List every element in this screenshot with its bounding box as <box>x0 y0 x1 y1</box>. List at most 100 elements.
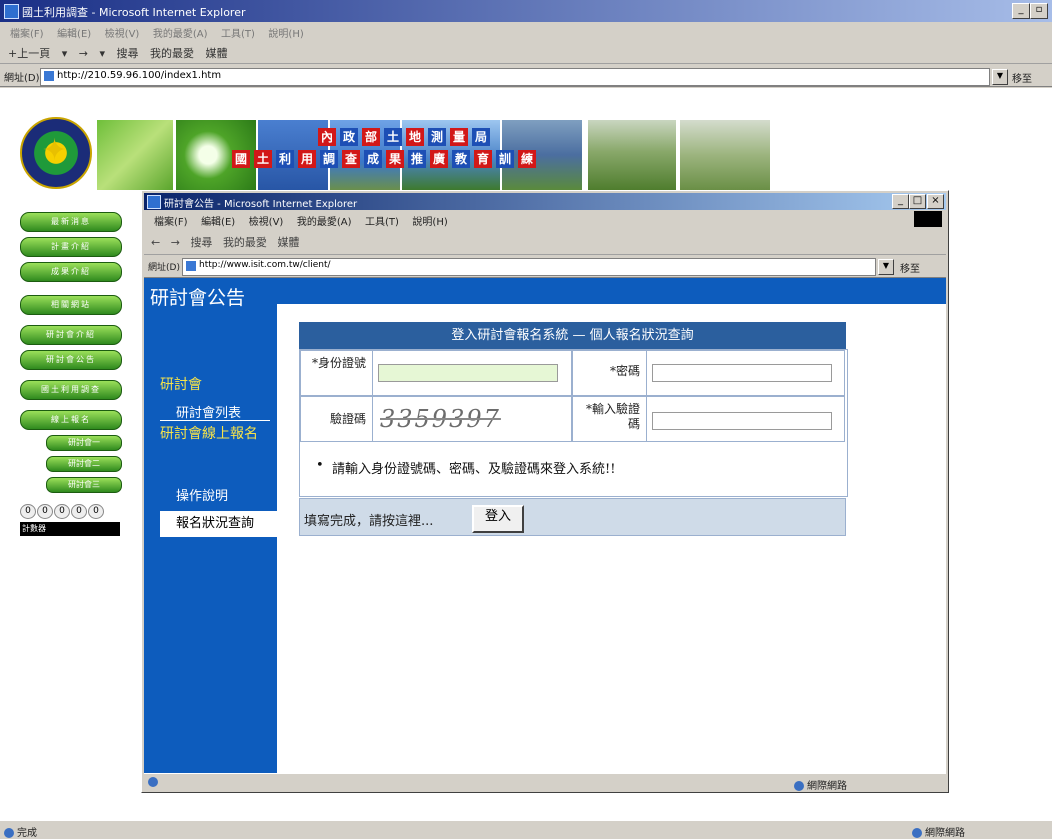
banner-char: 政 <box>340 128 358 146</box>
sidebar-item-seminar-list[interactable]: 研討會列表 <box>176 402 241 421</box>
inner-title-bar: 研討會公告 - Microsoft Internet Explorer _ □ … <box>144 193 946 210</box>
nav-subitem-1[interactable]: 研討會一 <box>46 435 122 451</box>
footer-text: 填寫完成，請按這裡... <box>304 514 434 529</box>
inner-close-button[interactable]: × <box>927 194 944 209</box>
banner-landscape-image <box>502 120 582 190</box>
outer-status-bar: 完成 網際網路 <box>0 820 1052 839</box>
id-input[interactable] <box>378 364 558 382</box>
visit-counter: 00000 <box>20 503 122 519</box>
nav-item-land-survey[interactable]: 國土利用調查 <box>20 380 122 400</box>
menu-edit[interactable]: 編輯(E) <box>57 25 91 40</box>
nav-item-seminar[interactable]: 研討會介紹 <box>20 325 122 345</box>
banner-char: 訓 <box>496 150 514 168</box>
nav-item-seminar-notice[interactable]: 研討會公告 <box>20 350 122 370</box>
back-button[interactable]: +上一頁 <box>8 45 50 61</box>
page-icon <box>186 261 196 271</box>
favorites-button[interactable]: 我的最愛 <box>223 234 267 250</box>
login-instructions: 請輸入身份證號碼、密碼、及驗證碼來登入系統!! <box>316 458 615 477</box>
agency-logo: ✦ <box>20 117 92 189</box>
inner-maximize-button[interactable]: □ <box>909 194 926 209</box>
menu-file[interactable]: 檔案(F) <box>154 213 188 228</box>
menu-view[interactable]: 檢視(V) <box>105 25 140 40</box>
banner-grass-image <box>97 120 173 190</box>
banner-person-image <box>680 120 770 190</box>
menu-view[interactable]: 檢視(V) <box>249 213 284 228</box>
go-button[interactable]: 移至 <box>1012 70 1032 85</box>
media-button[interactable]: 媒體 <box>277 234 299 250</box>
search-button[interactable]: 搜尋 <box>190 234 212 250</box>
menu-favorites[interactable]: 我的最愛(A) <box>153 25 208 40</box>
back-button[interactable]: ← <box>151 236 160 249</box>
nav-item-plan[interactable]: 計畫介紹 <box>20 237 122 257</box>
favorites-button[interactable]: 我的最愛 <box>150 45 194 61</box>
sidebar-section-online-signup: 研討會線上報名 <box>160 426 258 442</box>
zone-text: 網際網路 <box>925 828 965 839</box>
banner-char: 成 <box>364 150 382 168</box>
menu-tools[interactable]: 工具(T) <box>221 25 255 40</box>
back-dropdown-icon[interactable]: ▾ <box>62 47 68 60</box>
nav-subitem-2[interactable]: 研討會二 <box>46 456 122 472</box>
globe-icon <box>794 781 804 791</box>
address-dropdown-icon[interactable]: ▼ <box>878 259 894 275</box>
media-button[interactable]: 媒體 <box>206 45 228 61</box>
banner-char: 內 <box>318 128 336 146</box>
menu-help[interactable]: 說明(H) <box>268 25 303 40</box>
banner-char: 果 <box>386 150 404 168</box>
sidebar-item-status-query[interactable]: 報名狀況查詢 <box>160 511 277 537</box>
forward-dropdown-icon[interactable]: ▾ <box>99 47 105 60</box>
menu-tools[interactable]: 工具(T) <box>365 213 399 228</box>
zone-text: 網際網路 <box>807 781 847 792</box>
banner-char: 部 <box>362 128 380 146</box>
banner-char: 利 <box>276 150 294 168</box>
sidebar-section-seminar: 研討會 <box>160 377 202 393</box>
forward-button[interactable]: → <box>79 47 88 60</box>
banner-char: 量 <box>450 128 468 146</box>
address-input[interactable]: http://www.isit.com.tw/client/ <box>182 258 876 276</box>
banner-char: 國 <box>232 150 250 168</box>
captcha-image: 3359397 <box>380 405 501 433</box>
captcha-label: 驗證碼 <box>329 412 366 426</box>
page-status-icon <box>148 777 161 788</box>
nav-item-news[interactable]: 最新消息 <box>20 212 122 232</box>
forward-button[interactable]: → <box>171 236 180 249</box>
maximize-button[interactable]: ▫ <box>1030 3 1048 19</box>
password-input[interactable] <box>652 364 832 382</box>
ie-logo-icon <box>4 4 19 19</box>
banner-char: 練 <box>518 150 536 168</box>
search-button[interactable]: 搜尋 <box>117 45 139 61</box>
nav-item-online-signup[interactable]: 線上報名 <box>20 410 122 430</box>
banner-char: 土 <box>384 128 402 146</box>
address-url: http://210.59.96.100/index1.htm <box>57 70 222 81</box>
status-label: 完成 <box>17 828 37 839</box>
outer-menu-bar: 檔案(F) 編輯(E) 檢視(V) 我的最愛(A) 工具(T) 說明(H) <box>0 22 1052 40</box>
address-dropdown-icon[interactable]: ▼ <box>992 69 1008 85</box>
ie-logo-icon <box>147 195 161 209</box>
inner-toolbar: ← → 搜尋 我的最愛 媒體 <box>144 228 946 255</box>
address-input[interactable]: http://210.59.96.100/index1.htm <box>40 68 990 86</box>
captcha-input[interactable] <box>652 412 832 430</box>
nav-subitem-3[interactable]: 研討會三 <box>46 477 122 493</box>
banner-char: 地 <box>406 128 424 146</box>
nav-item-links[interactable]: 相關網站 <box>20 295 122 315</box>
banner-char: 土 <box>254 150 272 168</box>
menu-favorites[interactable]: 我的最愛(A) <box>297 213 352 228</box>
menu-file[interactable]: 檔案(F) <box>10 25 44 40</box>
menu-help[interactable]: 說明(H) <box>412 213 447 228</box>
counter-digit: 0 <box>54 504 70 519</box>
id-label: *身份證號 <box>311 356 366 370</box>
banner-char: 用 <box>298 150 316 168</box>
inner-minimize-button[interactable]: _ <box>892 194 909 209</box>
sidebar-heading: 研討會公告 <box>150 287 246 309</box>
inner-status-bar: 網際網路 <box>144 773 946 792</box>
globe-icon <box>912 828 922 838</box>
minimize-button[interactable]: _ <box>1012 3 1030 19</box>
nav-item-results[interactable]: 成果介紹 <box>20 262 122 282</box>
inner-window-title: 研討會公告 - Microsoft Internet Explorer <box>164 199 358 210</box>
counter-digit: 0 <box>37 504 53 519</box>
sidebar-item-instructions[interactable]: 操作說明 <box>176 485 228 504</box>
login-button[interactable]: 登入 <box>472 505 524 533</box>
go-button[interactable]: 移至 <box>900 260 920 275</box>
menu-edit[interactable]: 編輯(E) <box>201 213 235 228</box>
divider <box>372 350 373 442</box>
counter-label: 計數器 <box>20 522 120 536</box>
